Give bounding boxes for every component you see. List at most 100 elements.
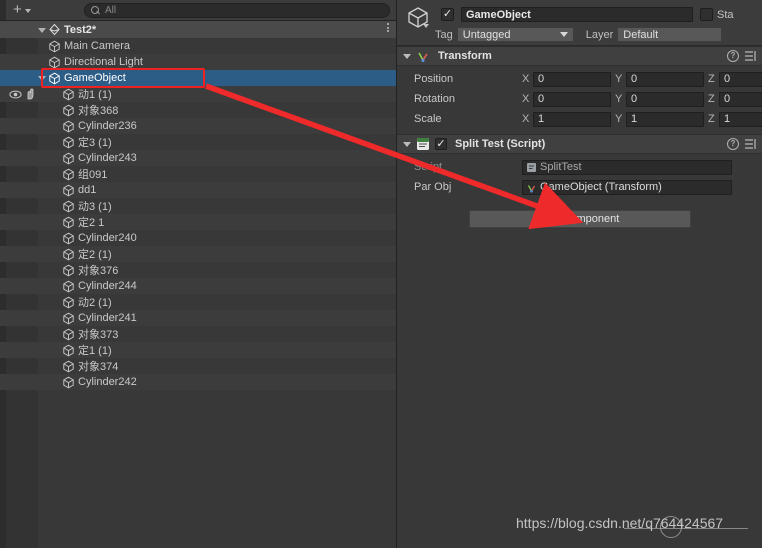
z-value-field[interactable]: 1 bbox=[719, 111, 762, 127]
gameobject-icon-dropdown[interactable] bbox=[423, 24, 429, 28]
hierarchy-item[interactable]: dd1 bbox=[0, 182, 396, 198]
hierarchy-item[interactable]: Cylinder241 bbox=[0, 310, 396, 326]
cube-icon bbox=[63, 312, 74, 324]
cube-icon bbox=[63, 216, 74, 228]
z-value-field[interactable]: 0 bbox=[719, 91, 762, 107]
hierarchy-item[interactable]: Directional Light bbox=[0, 54, 396, 70]
hierarchy-item[interactable]: 动3 (1) bbox=[0, 198, 396, 214]
collapse-triangle-icon[interactable] bbox=[403, 141, 411, 147]
y-value-field[interactable]: 0 bbox=[626, 71, 704, 87]
cube-icon bbox=[63, 152, 74, 164]
scene-root-row[interactable]: Test2* bbox=[0, 21, 396, 38]
transform-row-label: Scale bbox=[414, 113, 442, 125]
cube-icon bbox=[63, 376, 74, 388]
add-component-row: Add Component bbox=[397, 197, 762, 228]
static-toggle[interactable]: Sta bbox=[700, 8, 734, 21]
object-name-field[interactable]: GameObject bbox=[461, 7, 693, 22]
x-value-field[interactable]: 0 bbox=[533, 91, 611, 107]
transform-row-label: Position bbox=[414, 73, 454, 85]
z-value-field[interactable]: 0 bbox=[719, 71, 762, 87]
hierarchy-item-label: 对象373 bbox=[78, 329, 119, 341]
hierarchy-item-label: Cylinder236 bbox=[78, 120, 137, 132]
script-asset-icon bbox=[527, 162, 536, 172]
cube-icon bbox=[63, 120, 74, 132]
script-icon bbox=[417, 138, 429, 150]
hierarchy-item[interactable]: Cylinder236 bbox=[0, 118, 396, 134]
hierarchy-item[interactable]: 定2 (1) bbox=[0, 246, 396, 262]
expand-triangle-icon[interactable] bbox=[38, 27, 46, 33]
script-component-header[interactable]: Split Test (Script) ? bbox=[397, 134, 762, 154]
transform-icon bbox=[418, 52, 428, 63]
component-menu-icon[interactable] bbox=[744, 138, 757, 150]
static-checkbox[interactable] bbox=[700, 8, 713, 21]
object-enabled-checkbox[interactable] bbox=[441, 8, 454, 21]
component-header-actions: ? bbox=[727, 138, 757, 150]
hierarchy-item[interactable]: 定3 (1) bbox=[0, 134, 396, 150]
x-value-field[interactable]: 0 bbox=[533, 71, 611, 87]
collapse-triangle-icon[interactable] bbox=[403, 53, 411, 59]
transform-row-label: Rotation bbox=[414, 93, 455, 105]
hierarchy-item-label: dd1 bbox=[78, 184, 97, 196]
pickability-hand-icon[interactable] bbox=[24, 88, 37, 100]
transform-component-header[interactable]: Transform ? bbox=[397, 46, 762, 66]
axis-x: X0 bbox=[522, 71, 615, 87]
hierarchy-item[interactable]: 对象373 bbox=[0, 326, 396, 342]
add-component-button[interactable]: Add Component bbox=[468, 210, 691, 228]
cube-icon bbox=[63, 200, 74, 212]
script-component-body: Script SplitTest Par Obj GameObject (Tra… bbox=[397, 154, 762, 233]
parobj-value: GameObject (Transform) bbox=[540, 181, 662, 193]
help-icon[interactable]: ? bbox=[727, 138, 739, 150]
cube-icon bbox=[49, 40, 60, 52]
hierarchy-item[interactable]: Cylinder240 bbox=[0, 230, 396, 246]
transform-row: Position X 0 Y 0 Z 0 bbox=[397, 69, 762, 89]
tag-dropdown[interactable]: Untagged bbox=[456, 27, 574, 42]
hierarchy-item-selected[interactable]: GameObject bbox=[0, 70, 396, 86]
hierarchy-tree: Test2* Main Camera Directional Light GameOb… bbox=[0, 21, 396, 390]
visibility-toggles[interactable] bbox=[9, 86, 39, 102]
hierarchy-item[interactable]: Cylinder243 bbox=[0, 150, 396, 166]
script-enabled-checkbox[interactable] bbox=[435, 138, 447, 150]
hierarchy-item-label: 动3 (1) bbox=[78, 201, 112, 213]
scene-options-icon[interactable] bbox=[387, 23, 389, 32]
tag-label: Tag bbox=[435, 28, 453, 41]
cube-icon bbox=[63, 104, 74, 116]
hierarchy-item[interactable]: 动1 (1) bbox=[0, 86, 396, 102]
y-value-field[interactable]: 1 bbox=[626, 111, 704, 127]
hierarchy-item[interactable]: 对象376 bbox=[0, 262, 396, 278]
cube-icon bbox=[63, 88, 74, 100]
cube-icon bbox=[63, 136, 74, 148]
cube-icon bbox=[49, 56, 60, 68]
cube-icon bbox=[63, 280, 74, 292]
hierarchy-item[interactable]: 组091 bbox=[0, 166, 396, 182]
help-icon[interactable]: ? bbox=[727, 50, 739, 62]
axis-y: Y1 bbox=[615, 111, 708, 127]
hierarchy-item-label: 定2 (1) bbox=[78, 249, 112, 261]
hierarchy-item[interactable]: 定2 1 bbox=[0, 214, 396, 230]
x-value-field[interactable]: 1 bbox=[533, 111, 611, 127]
hierarchy-item-label: 对象374 bbox=[78, 361, 119, 373]
script-field-label: Script bbox=[414, 161, 443, 173]
hierarchy-item[interactable]: Cylinder244 bbox=[0, 278, 396, 294]
component-menu-icon[interactable] bbox=[744, 50, 757, 62]
axis-y: Y0 bbox=[615, 91, 708, 107]
inspector-panel: GameObject Sta Tag Untagged Layer Defaul… bbox=[396, 0, 762, 548]
script-field-row: Script SplitTest bbox=[397, 157, 762, 177]
hierarchy-item[interactable]: 对象368 bbox=[0, 102, 396, 118]
layer-dropdown[interactable]: Default bbox=[617, 27, 723, 42]
hierarchy-item[interactable]: Cylinder242 bbox=[0, 374, 396, 390]
expand-triangle-icon[interactable] bbox=[38, 76, 46, 81]
hierarchy-item[interactable]: Main Camera bbox=[0, 38, 396, 54]
visibility-eye-icon[interactable] bbox=[9, 89, 22, 100]
hierarchy-item[interactable]: 对象374 bbox=[0, 358, 396, 374]
hierarchy-item-label: 对象376 bbox=[78, 265, 119, 277]
create-button[interactable]: + bbox=[9, 2, 36, 19]
parobj-object-field[interactable]: GameObject (Transform) bbox=[522, 179, 732, 195]
cube-icon bbox=[63, 344, 74, 356]
unity-editor-window: + All Test2* Main Camera Directional Light… bbox=[0, 0, 762, 548]
script-object-field[interactable]: SplitTest bbox=[522, 159, 732, 175]
hierarchy-item[interactable]: 定1 (1) bbox=[0, 342, 396, 358]
search-input[interactable]: All bbox=[84, 3, 390, 18]
hierarchy-item[interactable]: 动2 (1) bbox=[0, 294, 396, 310]
hierarchy-item-label: Cylinder243 bbox=[78, 152, 137, 164]
y-value-field[interactable]: 0 bbox=[626, 91, 704, 107]
